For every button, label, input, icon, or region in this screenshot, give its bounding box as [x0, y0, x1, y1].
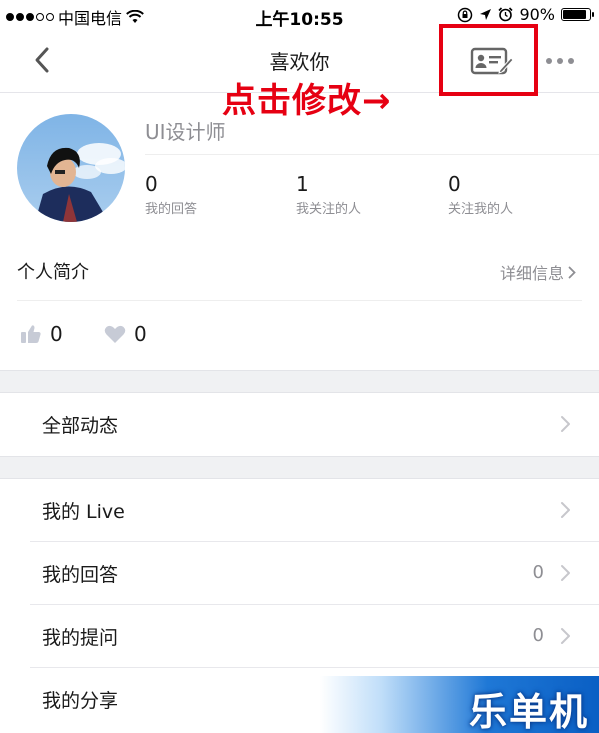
thumbs-up-icon — [21, 325, 41, 343]
row-count: 0 — [532, 562, 544, 583]
battery-icon — [561, 8, 594, 21]
bio-divider — [17, 300, 582, 301]
section-gap — [0, 456, 599, 479]
avatar-photo — [17, 114, 125, 222]
stat-my-answers[interactable]: 0 我的回答 — [145, 172, 197, 217]
row-label: 我的提问 — [42, 627, 119, 649]
bio-label: 个人简介 — [17, 262, 89, 283]
row-label: 我的分享 — [42, 690, 119, 712]
watermark-logo: 乐单机 — [320, 676, 599, 733]
profile-divider — [145, 154, 599, 155]
thanks-count: 0 — [134, 322, 147, 346]
location-arrow-icon — [480, 9, 492, 20]
row-label: 我的 Live — [42, 501, 125, 523]
chevron-right-icon — [561, 502, 570, 518]
row-label: 全部动态 — [42, 415, 119, 437]
stat-value: 0 — [145, 172, 158, 196]
menu-row-my-questions[interactable]: 我的提问 0 — [0, 605, 599, 668]
section-gap — [0, 370, 599, 393]
profile-card-edit-icon — [470, 47, 514, 75]
stat-label: 我的回答 — [145, 202, 198, 217]
battery-percent: 90% — [519, 5, 555, 24]
stat-label: 我关注的人 — [296, 202, 362, 217]
menu-row-my-live[interactable]: 我的 Live — [0, 479, 599, 542]
menu-row-all-activity[interactable]: 全部动态 — [0, 393, 599, 456]
heart-icon — [104, 325, 126, 343]
stat-value: 0 — [448, 172, 461, 196]
chevron-right-icon — [561, 628, 570, 644]
more-button[interactable] — [540, 48, 580, 74]
stat-label: 关注我的人 — [448, 202, 514, 217]
alarm-icon — [498, 7, 514, 22]
chevron-right-icon — [561, 565, 570, 581]
battery-fill — [563, 10, 586, 19]
bio-detail-link[interactable]: 详细信息 — [500, 260, 576, 284]
profile-name: UI设计师 — [145, 120, 226, 144]
bio-row[interactable]: 个人简介 详细信息 — [17, 246, 582, 296]
watermark-text: 乐单机 — [468, 690, 589, 733]
edit-profile-button[interactable] — [467, 44, 517, 78]
profile-screen: 中国电信 上午10:55 90% 喜欢你 点击修改→ UI设计师 0 我的回答 … — [0, 0, 599, 733]
chevron-right-icon — [561, 416, 570, 432]
annotation-text: 点击修改→ — [222, 81, 392, 121]
avatar[interactable] — [17, 114, 125, 222]
more-horizontal-icon — [546, 58, 552, 64]
likes-count: 0 — [50, 322, 63, 346]
row-count: 0 — [532, 625, 544, 646]
thanks-counter: 0 — [104, 322, 147, 346]
chevron-right-icon — [568, 266, 576, 278]
stat-value: 1 — [296, 172, 309, 196]
menu-row-my-answers[interactable]: 我的回答 0 — [0, 542, 599, 605]
bio-detail-text: 详细信息 — [499, 264, 564, 283]
rotation-lock-icon — [458, 7, 473, 22]
status-right: 90% — [457, 5, 594, 24]
likes-counter: 0 — [20, 322, 63, 346]
row-label: 我的回答 — [42, 564, 119, 586]
stat-following[interactable]: 1 我关注的人 — [296, 172, 361, 217]
stat-followers[interactable]: 0 关注我的人 — [448, 172, 513, 217]
